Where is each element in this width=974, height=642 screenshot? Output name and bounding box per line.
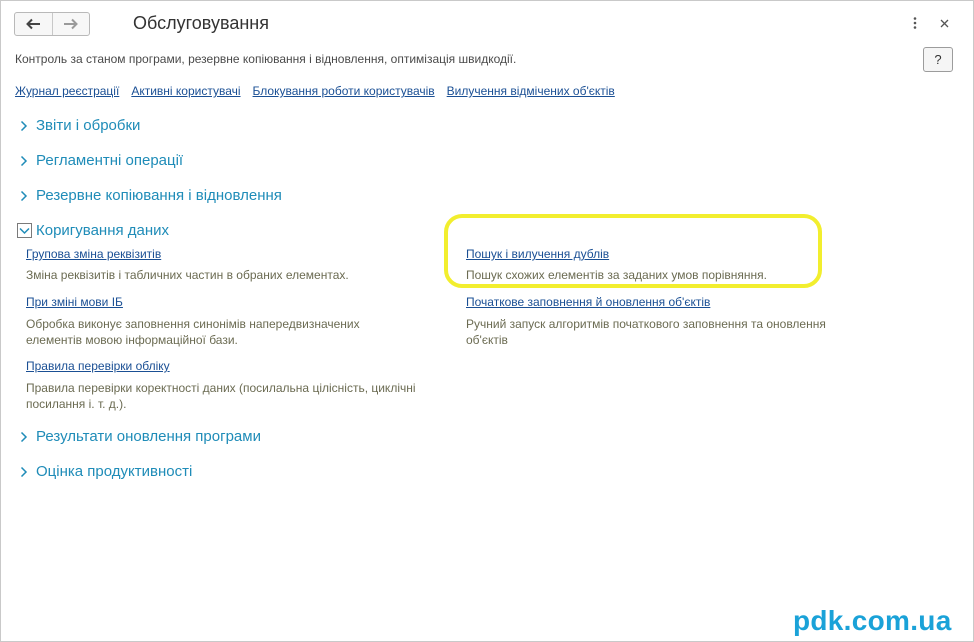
group-backup-label: Резервне копіювання і відновлення [36, 187, 282, 204]
group-update-results-label: Результати оновлення програми [36, 428, 261, 445]
cmd-checks[interactable]: Правила перевірки обліку [26, 359, 170, 373]
cmd-initial-fill[interactable]: Початкове заповнення й оновлення об'єкті… [466, 295, 710, 309]
cmd-group-change-desc: Зміна реквізитів і табличних частин в об… [26, 268, 349, 282]
cmd-group-change[interactable]: Групова зміна реквізитів [26, 247, 161, 261]
chevron-right-icon [17, 465, 31, 479]
back-button[interactable] [15, 13, 52, 35]
close-button[interactable] [936, 15, 952, 31]
link-event-log[interactable]: Журнал реєстрації [15, 84, 119, 98]
nav-buttons [14, 12, 90, 36]
group-backup[interactable]: Резервне копіювання і відновлення [17, 187, 282, 204]
group-reports-label: Звіти і обробки [36, 117, 141, 134]
group-routine-label: Регламентні операції [36, 152, 184, 169]
close-icon [940, 19, 948, 27]
service-window: Обслуговування Контроль за станом програ… [0, 0, 974, 642]
group-reports[interactable]: Звіти і обробки [17, 117, 140, 134]
group-data-correction[interactable]: Коригування даних [17, 222, 169, 239]
top-links: Журнал реєстрації Активні користувачі Бл… [15, 84, 615, 98]
arrow-right-icon [63, 18, 78, 30]
more-menu-button[interactable] [907, 15, 923, 31]
window-title: Обслуговування [133, 13, 269, 33]
arrow-left-icon [26, 18, 41, 30]
cmd-language-change[interactable]: При зміні мови ІБ [26, 295, 123, 309]
help-button[interactable]: ? [923, 47, 953, 72]
cmd-checks-desc: Правила перевірки коректності даних (пос… [26, 381, 416, 411]
highlight-annotation [444, 214, 822, 288]
cmd-initial-fill-desc: Ручний запуск алгоритмів початкового зап… [466, 317, 826, 347]
chevron-down-icon [17, 223, 32, 238]
cmd-language-change-desc: Обробка виконує заповнення синонімів нап… [26, 317, 360, 347]
forward-button[interactable] [51, 13, 90, 35]
watermark: pdk.com.ua [793, 605, 952, 636]
link-active-users[interactable]: Активні користувачі [131, 84, 240, 98]
title-bar: Обслуговування [1, 1, 973, 45]
more-vertical-icon [913, 17, 917, 29]
group-performance-label: Оцінка продуктивності [36, 463, 193, 480]
group-routine[interactable]: Регламентні операції [17, 152, 183, 169]
chevron-right-icon [17, 119, 31, 133]
link-delete-marked[interactable]: Вилучення відмічених об'єктів [447, 84, 615, 98]
chevron-right-icon [17, 154, 31, 168]
chevron-right-icon [17, 189, 31, 203]
group-performance[interactable]: Оцінка продуктивності [17, 463, 192, 480]
link-block-users[interactable]: Блокування роботи користувачів [253, 84, 435, 98]
group-data-correction-label: Коригування даних [36, 222, 170, 239]
window-subtitle: Контроль за станом програми, резервне ко… [15, 52, 517, 66]
chevron-right-icon [17, 430, 31, 444]
group-update-results[interactable]: Результати оновлення програми [17, 428, 261, 445]
